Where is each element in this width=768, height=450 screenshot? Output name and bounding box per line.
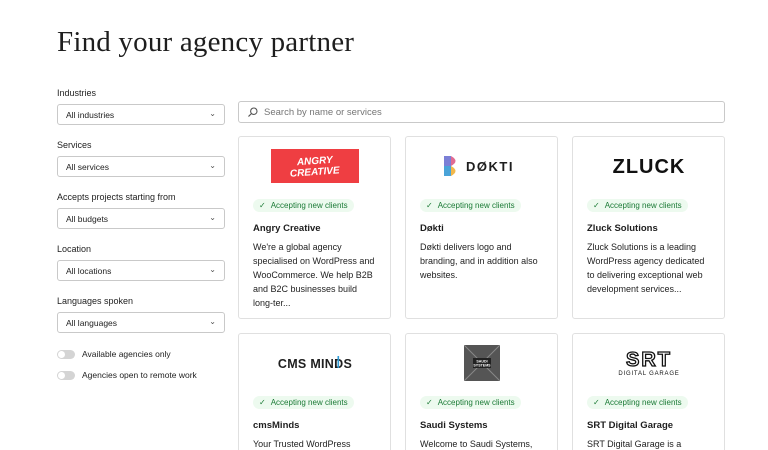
saudi-systems-logo: SAUDI SYSTEMS [463,345,500,381]
agency-name[interactable]: cmsMinds [253,420,376,431]
filter-budget: Accepts projects starting from All budge… [57,191,225,229]
agency-card-dokti[interactable]: DØKTI ✓ Accepting new clients Døkti Døkt… [405,136,558,319]
industries-select[interactable]: All industries ⌄ [57,104,225,125]
status-badge: ✓ Accepting new clients [253,396,354,409]
search-input[interactable] [264,106,704,118]
agency-card-zluck[interactable]: ZLUCK ✓ Accepting new clients Zluck Solu… [572,136,725,319]
agency-name[interactable]: Saudi Systems [420,420,543,431]
badge-label: Accepting new clients [604,201,682,210]
svg-text:DØKTI: DØKTI [466,159,514,174]
agency-name[interactable]: Døkti [420,223,543,234]
srt-logo: SRT DIGITAL GARAGE [618,348,679,377]
check-icon: ✓ [259,398,266,407]
chevron-down-icon: ⌄ [209,265,216,274]
agency-description: Welcome to Saudi Systems, [420,439,533,449]
select-value: All languages [66,317,118,328]
filter-label: Accepts projects starting from [57,192,176,202]
agency-description: Døkti delivers logo and branding, and in… [420,242,538,280]
filter-industries: Industries All industries ⌄ [57,87,225,125]
cmsminds-logo: CMS MINDS [277,356,351,371]
zluck-logo: ZLUCK [612,156,685,178]
agency-description: We're a global agency specialised on Wor… [253,242,375,308]
filter-location: Location All locations ⌄ [57,243,225,281]
status-badge: ✓ Accepting new clients [420,396,521,409]
services-select[interactable]: All services ⌄ [57,156,225,177]
chevron-down-icon: ⌄ [209,109,216,118]
filter-label: Industries [57,88,97,98]
logo-area: CMS MINDS [239,334,390,392]
search-box[interactable] [238,101,725,123]
agency-name[interactable]: Angry Creative [253,223,376,234]
chevron-down-icon: ⌄ [209,317,216,326]
agency-description: Your Trusted WordPress [253,439,351,449]
agency-name[interactable]: Zluck Solutions [587,223,710,234]
logo-area: SAUDI SYSTEMS [406,334,557,392]
select-value: All budgets [66,213,109,224]
agency-card-saudi-systems[interactable]: SAUDI SYSTEMS ✓ Accepting new clients Sa… [405,333,558,450]
badge-label: Accepting new clients [604,398,682,407]
check-icon: ✓ [593,201,600,210]
angry-creative-logo: ANGRY CREATIVE [270,149,359,183]
logo-area: ANGRY CREATIVE [239,137,390,195]
select-value: All locations [66,265,112,276]
badge-label: Accepting new clients [437,398,515,407]
badge-label: Accepting new clients [270,398,348,407]
page-title: Find your agency partner [57,26,355,58]
logo-area: SRT DIGITAL GARAGE [573,334,724,392]
agency-description: SRT Digital Garage is a [587,439,682,449]
badge-label: Accepting new clients [270,201,348,210]
search-icon [248,107,258,117]
svg-text:CMS MINDS: CMS MINDS [277,357,351,371]
budget-select[interactable]: All budgets ⌄ [57,208,225,229]
languages-select[interactable]: All languages ⌄ [57,312,225,333]
status-badge: ✓ Accepting new clients [587,396,688,409]
logo-area: DØKTI [406,137,557,195]
agency-card-angry-creative[interactable]: ANGRY CREATIVE ✓ Accepting new clients A… [238,136,391,319]
toggle-label: Available agencies only [82,349,171,359]
toggle-label: Agencies open to remote work [82,370,197,380]
svg-text:DIGITAL GARAGE: DIGITAL GARAGE [618,371,679,377]
status-badge: ✓ Accepting new clients [587,199,688,212]
chevron-down-icon: ⌄ [209,161,216,170]
chevron-down-icon: ⌄ [209,213,216,222]
badge-label: Accepting new clients [437,201,515,210]
toggle-remote: Agencies open to remote work [57,368,225,382]
svg-text:SRT: SRT [626,349,672,371]
agency-name[interactable]: SRT Digital Garage [587,420,710,431]
dokti-logo: DØKTI [443,156,514,176]
svg-text:SYSTEMS: SYSTEMS [473,364,491,368]
check-icon: ✓ [259,201,266,210]
filter-label: Languages spoken [57,296,134,306]
check-icon: ✓ [426,201,433,210]
select-value: All industries [66,109,115,120]
status-badge: ✓ Accepting new clients [420,199,521,212]
filter-sidebar: Industries All industries ⌄ Services All… [57,87,225,389]
agency-card-srt[interactable]: SRT DIGITAL GARAGE ✓ Accepting new clien… [572,333,725,450]
location-select[interactable]: All locations ⌄ [57,260,225,281]
select-value: All services [66,161,109,172]
status-badge: ✓ Accepting new clients [253,199,354,212]
agency-description: Zluck Solutions is a leading WordPress a… [587,242,705,294]
filter-label: Location [57,244,92,254]
filter-languages: Languages spoken All languages ⌄ [57,295,225,333]
filter-label: Services [57,140,92,150]
toggle-available: Available agencies only [57,347,225,361]
agency-card-cmsminds[interactable]: CMS MINDS ✓ Accepting new clients cmsMin… [238,333,391,450]
available-agencies-toggle[interactable] [57,349,75,359]
check-icon: ✓ [426,398,433,407]
remote-work-toggle[interactable] [57,370,75,380]
svg-text:ZLUCK: ZLUCK [612,156,685,178]
filter-services: Services All services ⌄ [57,139,225,177]
logo-area: ZLUCK [573,137,724,195]
check-icon: ✓ [593,398,600,407]
